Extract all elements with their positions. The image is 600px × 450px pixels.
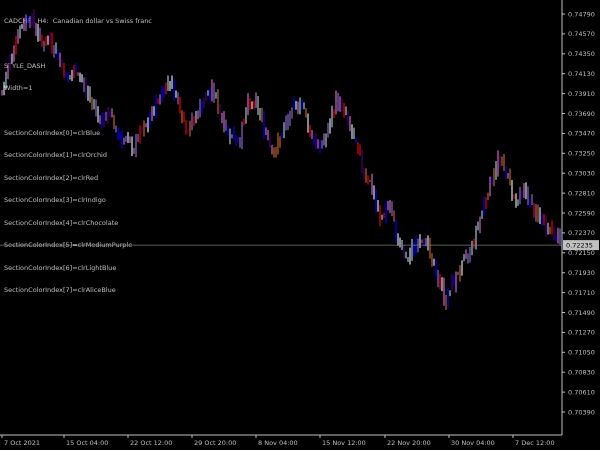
plot-area[interactable] — [0, 9, 562, 311]
y-tick-label: 0.70830 — [568, 369, 595, 377]
x-tick-label: 7 Oct 2021 — [4, 439, 40, 447]
y-tick-label: 0.71490 — [568, 309, 595, 317]
x-tick-label: 30 Nov 04:00 — [451, 439, 495, 447]
y-tick-label: 0.73690 — [568, 110, 595, 118]
price-chart[interactable]: 0.74790 0.74570 0.74350 0.74130 0.73910 0.736… — [0, 0, 600, 450]
x-tick-label: 7 Dec 12:00 — [515, 439, 555, 447]
y-tick-label: 0.72590 — [568, 209, 595, 217]
price-axis: 0.74790 0.74570 0.74350 0.74130 0.73910 0.736… — [561, 0, 599, 435]
y-tick-label: 0.73250 — [568, 150, 595, 158]
y-tick-label: 0.70610 — [568, 388, 595, 396]
y-tick-label: 0.71710 — [568, 289, 595, 297]
y-tick-label: 0.72370 — [568, 229, 595, 237]
y-tick-label: 0.74130 — [568, 70, 595, 78]
y-tick-label: 0.74350 — [568, 50, 595, 58]
y-tick-label: 0.74790 — [568, 10, 595, 18]
x-tick-label: 15 Nov 12:00 — [322, 439, 366, 447]
x-tick-label: 8 Nov 04:00 — [258, 439, 298, 447]
x-tick-label: 22 Nov 20:00 — [387, 439, 431, 447]
y-tick-label: 0.74570 — [568, 30, 595, 38]
y-tick-label: 0.73030 — [568, 170, 595, 178]
y-tick-label: 0.72150 — [568, 249, 595, 257]
y-tick-label: 0.70390 — [568, 408, 595, 416]
x-tick-label: 22 Oct 12:00 — [130, 439, 172, 447]
x-tick-label: 29 Oct 20:00 — [194, 439, 236, 447]
y-tick-label: 0.73910 — [568, 90, 595, 98]
current-price-label: 0.72235 — [566, 242, 593, 250]
y-tick-label: 0.72810 — [568, 189, 595, 197]
y-tick-label: 0.71050 — [568, 349, 595, 357]
time-axis: 7 Oct 2021 15 Oct 04:00 22 Oct 12:00 29 Oct… — [0, 434, 562, 447]
y-tick-label: 0.73470 — [568, 130, 595, 138]
y-tick-label: 0.71930 — [568, 269, 595, 277]
y-tick-label: 0.71270 — [568, 329, 595, 337]
x-tick-label: 15 Oct 04:00 — [66, 439, 108, 447]
